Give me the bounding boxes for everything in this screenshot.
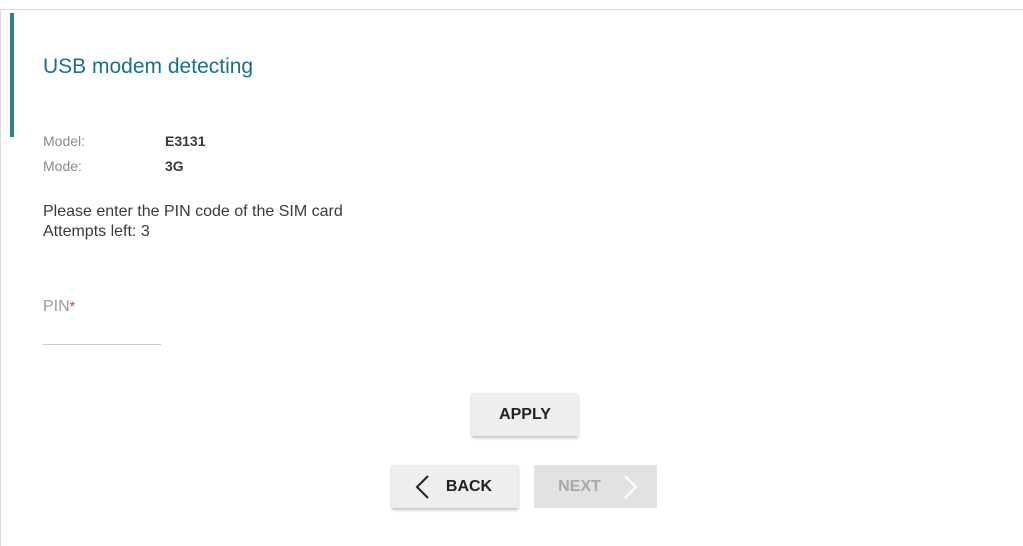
pin-instructions: Please enter the PIN code of the SIM car…	[43, 202, 343, 242]
pin-label: PIN	[43, 298, 70, 315]
attempts-left-text: Attempts left: 3	[43, 223, 150, 240]
apply-button[interactable]: APPLY	[472, 393, 578, 436]
wizard-panel: USB modem detecting Model: E3131 Mode: 3G …	[0, 0, 1023, 546]
pin-field: PIN*	[43, 298, 161, 345]
required-asterisk: *	[69, 298, 76, 314]
page-title: USB modem detecting	[43, 55, 254, 78]
chevron-right-icon	[624, 474, 638, 499]
model-row: Model: E3131	[43, 133, 205, 149]
back-button-label: BACK	[445, 477, 493, 495]
mode-label: Mode:	[43, 158, 82, 174]
next-button-label: NEXT	[558, 477, 601, 495]
apply-button-label: APPLY	[499, 405, 551, 423]
pin-input[interactable]	[43, 322, 161, 345]
mode-value: 3G	[165, 158, 184, 174]
model-value: E3131	[165, 133, 206, 149]
panel-top-border	[0, 9, 1023, 10]
model-label: Model:	[43, 133, 86, 149]
mode-row: Mode: 3G	[43, 158, 184, 174]
next-button[interactable]: NEXT	[534, 465, 657, 508]
panel-left-border	[0, 9, 1, 546]
back-button[interactable]: BACK	[392, 465, 518, 508]
section-accent-bar	[10, 13, 14, 137]
pin-instructions-text: Please enter the PIN code of the SIM car…	[43, 203, 343, 220]
chevron-left-icon	[415, 474, 429, 499]
